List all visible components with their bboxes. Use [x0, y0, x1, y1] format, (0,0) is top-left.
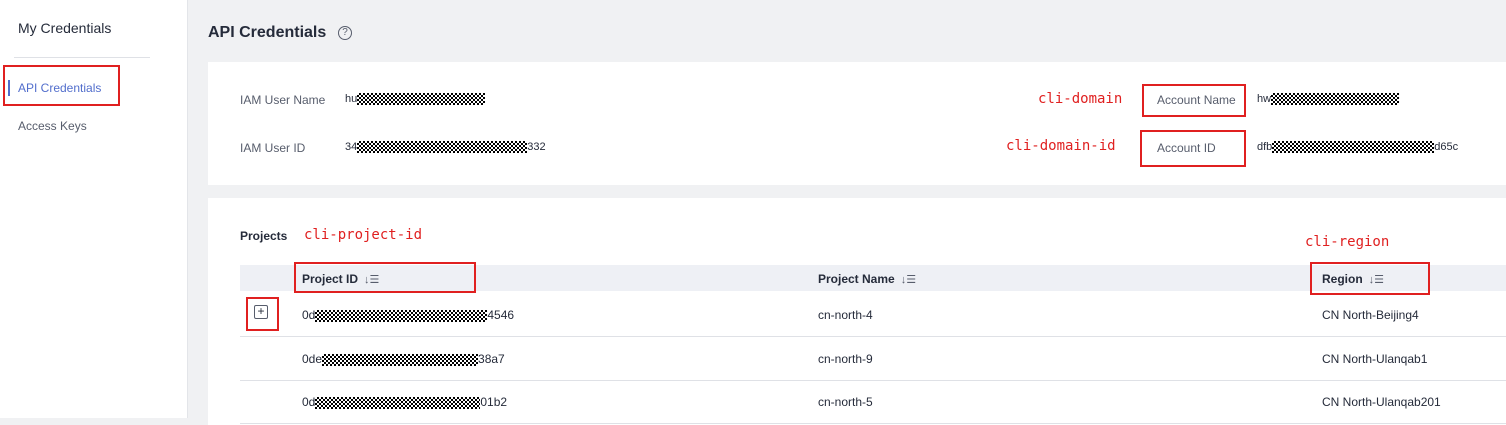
- account-name-value: hw: [1257, 93, 1400, 106]
- redacted-mask: [357, 93, 486, 106]
- iam-user-id-value: 34 332: [345, 141, 546, 154]
- redacted-mask: [322, 353, 479, 366]
- account-name-label: Account Name: [1157, 93, 1236, 107]
- account-id-prefix: dfb: [1257, 141, 1273, 153]
- redacted-mask: [1271, 93, 1400, 106]
- project-id-suffix: 38a7: [478, 352, 505, 366]
- column-label: Project Name: [818, 272, 895, 286]
- iam-user-name-label: IAM User Name: [240, 93, 326, 107]
- project-id-cell: 0de 38a7: [302, 352, 505, 366]
- highlight-box-region: [1310, 262, 1430, 295]
- page-title: API Credentials: [208, 24, 327, 41]
- projects-card: Projects cli-project-id cli-region Proje…: [208, 198, 1506, 425]
- table-row[interactable]: 0de 38a7 cn-north-9 CN North-Ulanqab1: [240, 337, 1506, 381]
- sidebar-title: My Credentials: [18, 20, 112, 36]
- question-circle-icon[interactable]: ?: [338, 26, 352, 40]
- project-id-cell: 0d 4546: [302, 308, 514, 322]
- iam-user-name-value: hu: [345, 93, 486, 106]
- sidebar-divider: [14, 57, 150, 58]
- credentials-info-card: IAM User Name hu IAM User ID 34 332 cli-d…: [208, 62, 1506, 185]
- annotation-cli-project-id: cli-project-id: [304, 227, 423, 243]
- highlight-box-sidebar: [3, 65, 120, 106]
- region-cell: CN North-Ulanqab1: [1322, 352, 1428, 366]
- sort-icon[interactable]: ↓☰: [901, 273, 916, 286]
- redacted-mask: [315, 309, 488, 322]
- sidebar: My Credentials API Credentials Access Ke…: [0, 0, 188, 418]
- project-id-suffix: 4546: [487, 308, 515, 322]
- projects-label: Projects: [240, 229, 288, 243]
- iam-user-id-suffix: 332: [527, 141, 546, 153]
- iam-user-id-prefix: 34: [345, 141, 358, 153]
- redacted-mask: [1272, 141, 1435, 154]
- project-name-cell: cn-north-5: [818, 395, 873, 409]
- region-cell: CN North-Beijing4: [1322, 308, 1419, 322]
- project-id-prefix: 0de: [302, 352, 323, 366]
- account-id-value: dfb d65c: [1257, 141, 1459, 154]
- project-name-cell: cn-north-4: [818, 308, 873, 322]
- iam-user-id-label: IAM User ID: [240, 141, 306, 155]
- table-row[interactable]: 0d 01b2 cn-north-5 CN North-Ulanqab201: [240, 380, 1506, 424]
- region-cell: CN North-Ulanqab201: [1322, 395, 1441, 409]
- account-id-suffix: d65c: [1434, 141, 1459, 153]
- project-id-suffix: 01b2: [480, 395, 508, 409]
- annotation-cli-domain-id: cli-domain-id: [1006, 138, 1116, 154]
- table-row[interactable]: + 0d 4546 cn-north-4 CN North-Beijing4: [240, 293, 1506, 337]
- annotation-cli-domain: cli-domain: [1038, 91, 1123, 107]
- column-header-project-name[interactable]: Project Name ↓☰: [818, 272, 916, 286]
- project-id-cell: 0d 01b2: [302, 395, 507, 409]
- project-id-prefix: 0d: [302, 308, 316, 322]
- highlight-box-expand: [246, 297, 279, 331]
- sidebar-item-access-keys[interactable]: Access Keys: [18, 119, 87, 133]
- annotation-cli-region: cli-region: [1305, 234, 1390, 250]
- project-id-prefix: 0d: [302, 395, 316, 409]
- redacted-mask: [357, 141, 528, 154]
- account-name-prefix: hw: [1257, 93, 1272, 105]
- project-name-cell: cn-north-9: [818, 352, 873, 366]
- account-id-label: Account ID: [1157, 141, 1216, 155]
- highlight-box-project-id: [294, 262, 476, 293]
- iam-user-name-prefix: hu: [345, 93, 358, 105]
- redacted-mask: [315, 396, 481, 409]
